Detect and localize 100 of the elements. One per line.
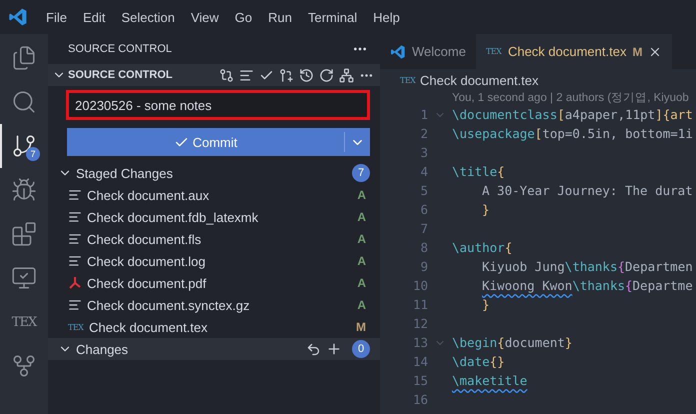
text-file-icon [68,298,82,312]
tex-label: TEX [12,314,36,330]
text-file-icon [68,232,82,246]
code-line: \title{ [452,164,505,179]
count-badge: 7 [26,147,40,161]
status-letter: A [357,298,366,312]
text-file-icon [68,254,82,268]
menu-item[interactable]: Help [365,10,408,24]
file-name: Check document.fdb_latexmk [87,210,260,224]
menu-item[interactable]: Run [260,10,300,24]
search-icon [11,89,37,115]
count-badge: 7 [352,164,370,182]
bug-icon [11,177,37,203]
file-row[interactable]: Check document.fdb_latexmk A [48,206,380,228]
panel-title: SOURCE CONTROL [68,43,172,55]
file-name: Check document.log [87,254,207,268]
text-file-icon [68,188,82,202]
history-icon[interactable] [299,68,314,82]
file-row[interactable]: TEX Check document.tex M [48,316,380,338]
count-badge: 0 [352,340,370,358]
source-control-icon [11,133,37,159]
file-row[interactable]: Check document.pdf A [48,272,380,294]
group-header[interactable]: Changes 0 [48,338,380,360]
line-number: 6 [419,202,428,217]
editor-tab[interactable]: TEX Check document.tex M [476,34,672,69]
status-letter: M [356,320,366,334]
code-line: \begin{document} [452,335,572,350]
breadcrumb[interactable]: Check document.tex [420,72,539,88]
tex-file-icon: TEX [68,322,84,332]
group-header[interactable]: Staged Changes 7 [48,162,380,184]
code-line: } [481,202,490,217]
line-number: 7 [419,221,428,236]
tex-file-icon: TEX [486,47,502,56]
group-title: Changes [76,342,130,356]
line-number: 16 [412,392,428,407]
refresh-icon[interactable] [319,68,334,82]
line-number: 15 [412,373,428,388]
code-line: \maketitle [452,373,528,388]
line-number: 4 [419,164,428,179]
file-row[interactable]: Check document.log A [48,250,380,272]
code-line: A 30-Year Journey: The durat [481,183,693,198]
menu-item[interactable]: Terminal [300,10,366,24]
status-letter: A [357,232,366,246]
code-line: Kiyuob Jung\thanks{Departmen [481,259,693,274]
vscode-logo-icon [8,7,28,27]
line-number: 2 [419,126,428,141]
activity-bar-item[interactable]: TEX [0,300,48,344]
code-line: \usepackage[top=0.5in, bottom=1i [452,126,693,141]
status-letter: A [357,254,366,268]
monitor-icon [11,265,37,291]
file-name: Check document.aux [87,188,210,202]
file-name: Check document.fls [87,232,202,246]
extensions-icon [11,221,37,247]
line-number: 14 [412,354,428,369]
code-line: \date{} [452,354,505,369]
line-number: 3 [419,145,428,160]
group-title: Staged Changes [76,166,174,180]
file-row[interactable]: Check document.aux A [48,184,380,206]
file-name: Check document.tex [89,320,209,334]
file-row[interactable]: Check document.synctex.gz A [48,294,380,316]
text-file-icon [68,210,82,224]
status-letter: A [357,276,366,290]
file-name: Check document.pdf [87,276,208,290]
status-letter: A [357,210,366,224]
files-icon [11,45,37,71]
menu-item[interactable]: File [38,10,75,24]
tex-file-icon: TEX [400,76,416,84]
line-number: 8 [419,240,428,255]
pull-request-icon[interactable] [279,68,294,82]
menu-item[interactable]: View [182,10,227,24]
file-row[interactable]: Check document.fls A [48,228,380,250]
line-number: 5 [419,183,428,198]
section-title: SOURCE CONTROL [68,69,174,81]
git-graph-icon [11,353,37,379]
discard-icon[interactable] [306,342,321,356]
activity-bar-item[interactable]: 7 [0,124,48,168]
lines-icon[interactable] [239,68,254,82]
line-number: 1 [419,107,428,122]
file-name: Check document.synctex.gz [87,298,251,312]
pdf-icon [68,276,82,290]
stage-icon[interactable] [326,341,342,357]
code-line: \documentclass[a4paper,11pt]{art [452,107,693,122]
status-letter: A [357,188,366,202]
code-line: } [481,297,490,312]
menu-item[interactable]: Edit [74,10,114,24]
line-number: 9 [419,259,428,274]
menu-item[interactable]: Selection [113,10,183,24]
line-number: 11 [412,297,428,312]
compare-icon[interactable] [219,68,234,82]
line-number: 10 [412,278,428,293]
graph-icon[interactable] [339,68,354,82]
commit-message-field[interactable]: 20230526 - some notes [66,90,370,120]
line-number: 12 [412,316,428,331]
code-line: Kiwoong Kwon\thanks{Departme [481,278,693,293]
status-letter: M [632,44,642,58]
vscode-logo-icon [390,44,406,60]
blame-annotation: You, 1 second ago | 2 authors (정기엽, Kiyuob [451,91,690,105]
code-line: \author{ [452,240,512,255]
line-number: 13 [412,335,428,350]
menu-item[interactable]: Go [226,10,260,24]
